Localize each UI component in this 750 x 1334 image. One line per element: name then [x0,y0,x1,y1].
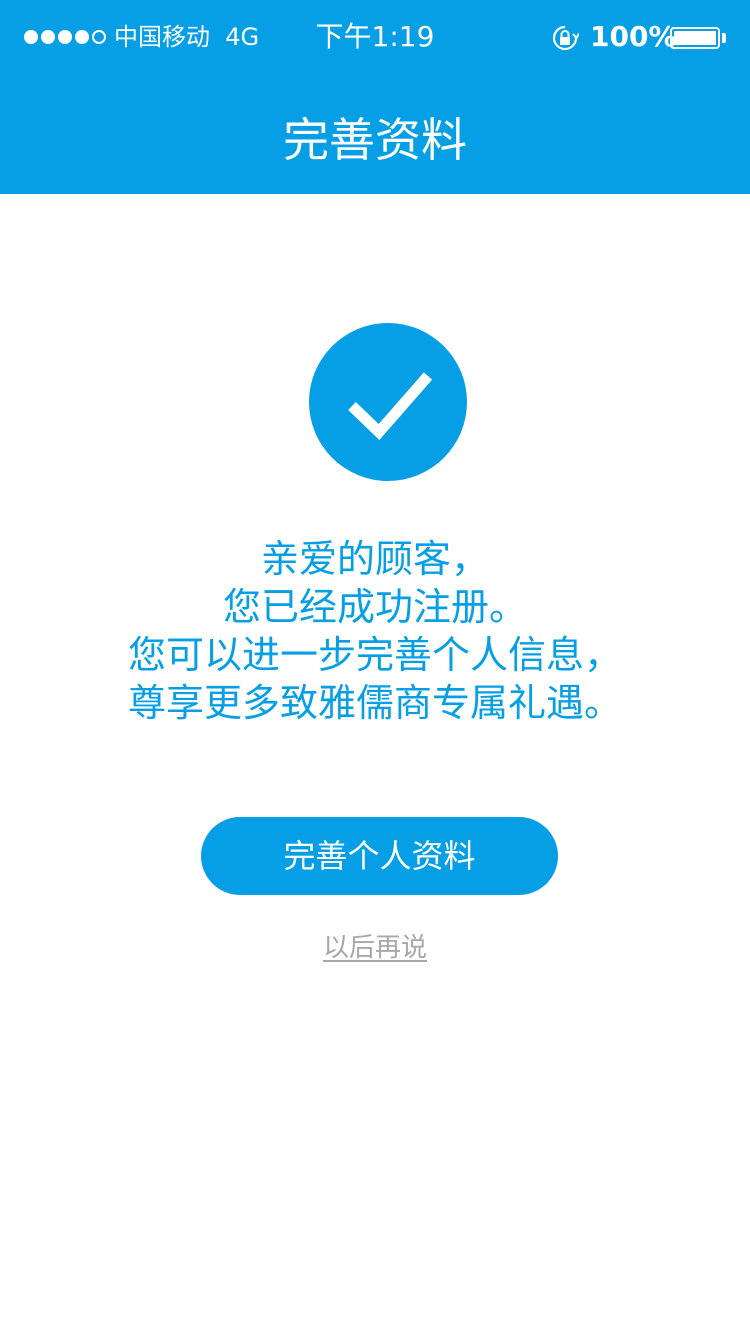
message-line: 亲爱的顾客， [260,537,489,581]
message-line: 尊享更多致雅儒商专属礼遇。 [127,681,622,725]
battery-percent: 100% [590,20,677,53]
success-badge [309,323,467,481]
status-bar: 中国移动 4G 下午1:19 100% [0,0,750,76]
message-line: 您已经成功注册。 [222,585,527,629]
complete-profile-button[interactable]: 完善个人资料 [201,817,558,895]
later-link-row: 以后再说 [0,930,750,966]
page-title: 完善资料 [283,113,467,167]
success-message: 亲爱的顾客， 您已经成功注册。 您可以进一步完善个人信息， 尊享更多致雅儒商专属… [0,535,750,727]
battery-fill [674,31,716,45]
skip-later-link[interactable]: 以后再说 [323,933,427,963]
checkmark-icon [348,372,433,440]
battery-tip [722,33,726,43]
header: 中国移动 4G 下午1:19 100% 完善资料 [0,0,750,194]
rotation-lock-icon [552,25,579,51]
battery-icon [670,27,720,49]
message-line: 您可以进一步完善个人信息， [127,633,622,677]
